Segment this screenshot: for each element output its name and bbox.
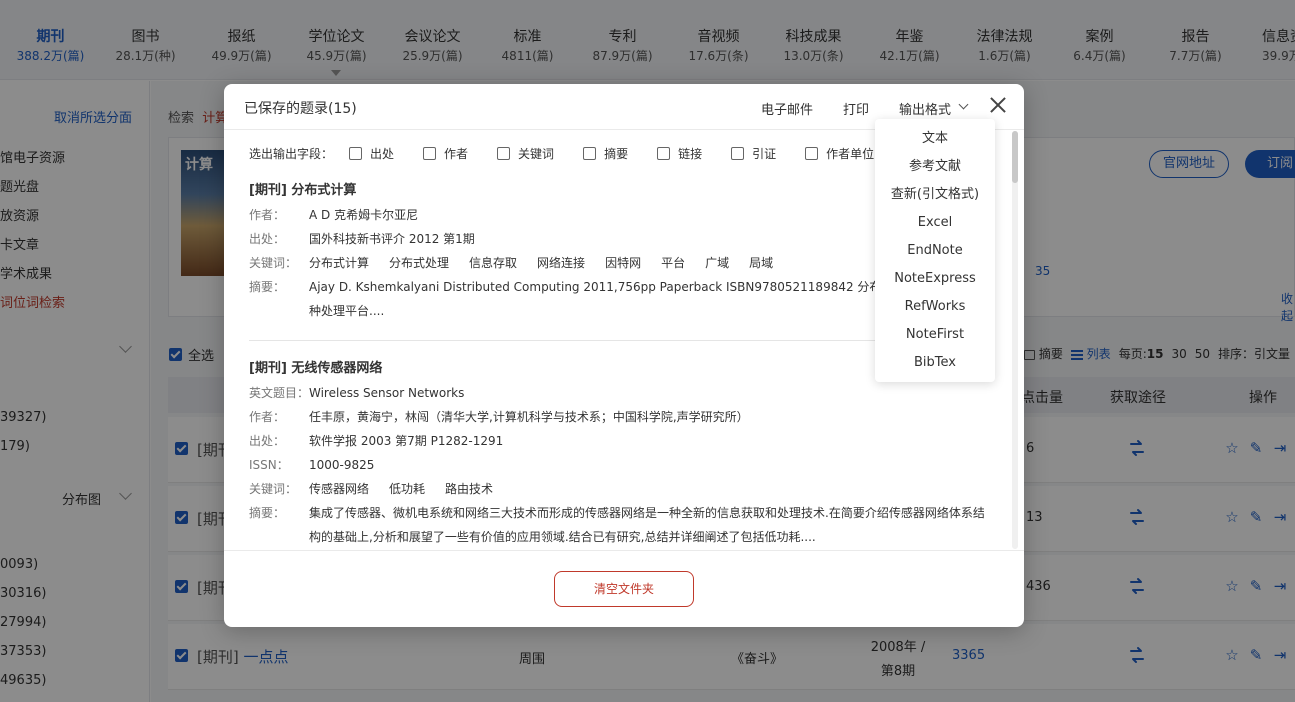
record-english-title: 英文题目： Wireless Sensor Networks (249, 386, 465, 400)
keyword: 平台 (661, 256, 686, 270)
keyword: 信息存取 (469, 256, 518, 270)
export-option-noteexpress[interactable]: NoteExpress (875, 265, 995, 293)
keyword: 低功耗 (389, 482, 426, 496)
record-abstract: 摘要： 集成了传感器、微机电系统和网络三大技术而形成的传感器网络是一种全新的信息获… (249, 506, 984, 544)
output-fields-label: 选出输出字段： (249, 147, 334, 161)
checkbox-icon[interactable] (583, 147, 597, 160)
export-option-text[interactable]: 文本 (875, 125, 995, 153)
export-option-novelty[interactable]: 查新(引文格式) (875, 181, 995, 209)
export-option-refworks[interactable]: RefWorks (875, 293, 995, 321)
record-title: [期刊] 分布式计算 (249, 183, 357, 198)
field-abstract[interactable]: 摘要 (583, 145, 628, 162)
chevron-down-icon[interactable] (958, 99, 969, 110)
field-link[interactable]: 链接 (657, 145, 702, 162)
dialog-scrollbar[interactable] (1012, 131, 1018, 549)
record-author: 作者： A D 克希姆卡尔亚尼 (249, 208, 419, 222)
field-citation[interactable]: 引证 (731, 145, 776, 162)
field-keywords[interactable]: 关键词 (497, 145, 554, 162)
checkbox-icon[interactable] (805, 147, 819, 160)
record-keywords: 关键词： 传感器网络 低功耗 路由技术 (249, 477, 984, 501)
export-format-menu: 文本 参考文献 查新(引文格式) Excel EndNote NoteExpre… (875, 119, 995, 382)
keyword: 分布式计算 (309, 256, 370, 270)
field-author[interactable]: 作者 (423, 145, 468, 162)
record-issn: ISSN： 1000-9825 (249, 458, 375, 472)
export-option-endnote[interactable]: EndNote (875, 237, 995, 265)
record-author: 作者： 任丰原，黄海宁，林闯（清华大学,计算机科学与技术系；中国科学院,声学研究所… (249, 410, 749, 424)
keyword: 传感器网络 (309, 482, 370, 496)
checkbox-icon[interactable] (731, 147, 745, 160)
checkbox-icon[interactable] (423, 147, 437, 160)
export-option-notefirst[interactable]: NoteFirst (875, 321, 995, 349)
record-title: [期刊] 无线传感器网络 (249, 361, 383, 376)
field-affiliation[interactable]: 作者单位 (805, 145, 874, 162)
record-abstract: 摘要： Ajay D. Kshemkalyani Distributed Comp… (249, 280, 906, 318)
print-button[interactable]: 打印 (843, 99, 869, 118)
output-fields: 选出输出字段： 出处 作者 关键词 摘要 链接 引证 作者单位 (249, 145, 903, 162)
keyword: 分布式处理 (389, 256, 450, 270)
record-source: 出处： 国外科技新书评介 2012 第1期 (249, 232, 475, 246)
checkbox-icon[interactable] (657, 147, 671, 160)
close-icon[interactable] (988, 95, 1008, 115)
export-option-excel[interactable]: Excel (875, 209, 995, 237)
checkbox-icon[interactable] (497, 147, 511, 160)
export-format-button[interactable]: 输出格式 (899, 99, 951, 118)
keyword: 局域 (749, 256, 774, 270)
dialog-footer: 清空文件夹 (224, 550, 1024, 627)
record-source: 出处： 软件学报 2003 第7期 P1282-1291 (249, 434, 504, 448)
export-option-bibtex[interactable]: BibTex (875, 349, 995, 377)
keyword: 广域 (705, 256, 730, 270)
record-keywords: 关键词： 分布式计算 分布式处理 信息存取 网络连接 因特网 平台 广域 局域 (249, 251, 984, 275)
keyword: 因特网 (605, 256, 642, 270)
saved-record: [期刊] 无线传感器网络 英文题目： Wireless Sensor Networ… (249, 357, 984, 549)
keyword: 路由技术 (445, 482, 494, 496)
dialog-title: 已保存的题录(15) (244, 101, 357, 117)
record-divider (249, 340, 984, 341)
checkbox-icon[interactable] (349, 147, 363, 160)
export-option-references[interactable]: 参考文献 (875, 153, 995, 181)
clear-folder-button[interactable]: 清空文件夹 (554, 571, 694, 607)
scrollbar-thumb[interactable] (1012, 131, 1018, 183)
field-source[interactable]: 出处 (349, 145, 394, 162)
email-button[interactable]: 电子邮件 (761, 99, 813, 118)
keyword: 网络连接 (537, 256, 586, 270)
saved-record: [期刊] 分布式计算 作者： A D 克希姆卡尔亚尼 出处： 国外科技新书评介 20… (249, 179, 984, 323)
